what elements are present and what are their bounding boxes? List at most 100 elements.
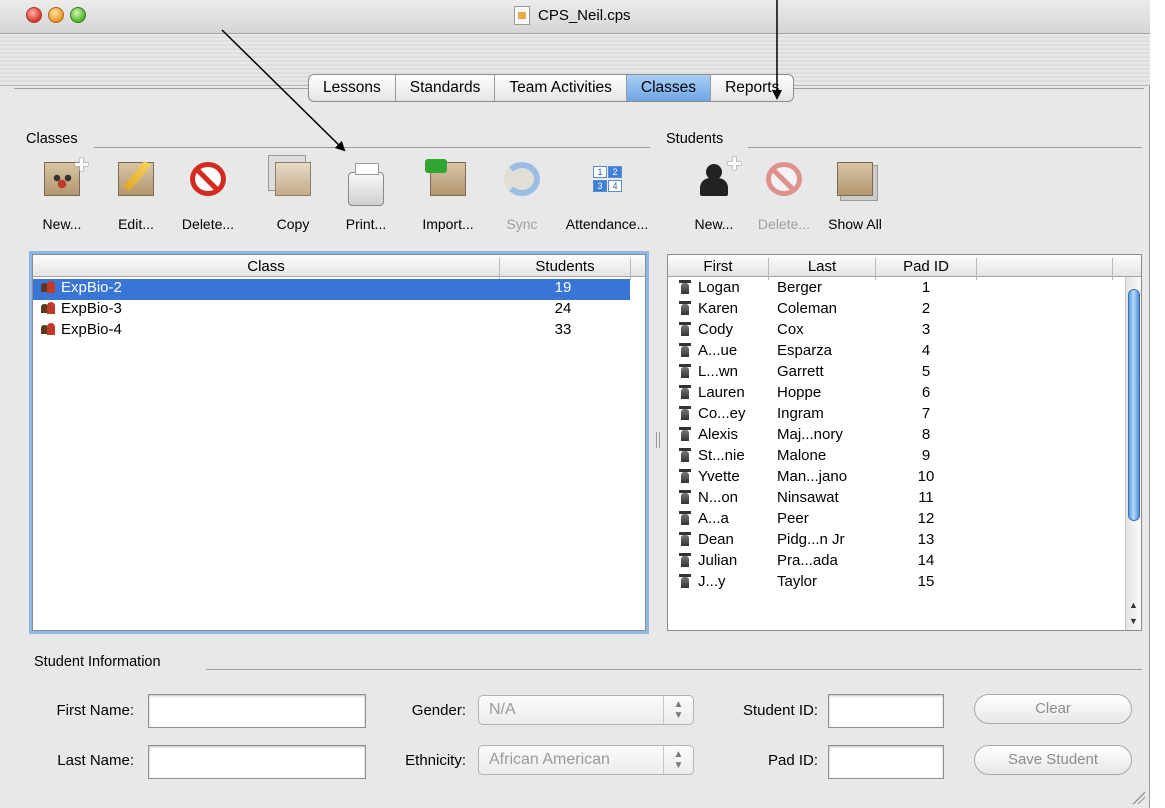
split-view-handle[interactable]	[656, 432, 660, 448]
column-separator[interactable]	[630, 258, 631, 280]
attendance-label: Attendance...	[565, 216, 649, 232]
table-row[interactable]: N...on Ninsawat 11	[668, 489, 1127, 510]
student-icon	[678, 552, 693, 567]
table-row[interactable]: A...a Peer 12	[668, 510, 1127, 531]
pad-id-label: Pad ID:	[767, 752, 818, 769]
table-row[interactable]: J...y Taylor 15	[668, 573, 1127, 594]
table-row[interactable]: Julian Pra...ada 14	[668, 552, 1127, 573]
new-class-icon: ✚	[44, 155, 89, 196]
class-student-count: 33	[554, 321, 572, 338]
pad-id-field[interactable]	[828, 745, 944, 779]
student-id-field[interactable]	[828, 694, 944, 728]
gender-select[interactable]: N/A ▲ ▼	[478, 695, 694, 725]
student-first-cell: Alexis	[678, 426, 738, 443]
tab-team-activities[interactable]: Team Activities	[495, 75, 627, 101]
student-pad-id: 7	[921, 405, 931, 422]
title-bar[interactable]: CPS_Neil.cps	[0, 0, 1150, 34]
resize-grip-icon[interactable]	[1131, 790, 1145, 804]
scroll-down-arrow-icon[interactable]: ▼	[1129, 616, 1138, 626]
class-name: ExpBio-2	[61, 279, 122, 296]
main-tabbar: Lessons Standards Team Activities Classe…	[308, 74, 795, 102]
student-icon	[678, 573, 693, 588]
column-header-pad-id[interactable]: Pad ID	[876, 258, 976, 275]
student-last-name: Taylor	[777, 573, 818, 590]
student-first-cell: Karen	[678, 300, 738, 317]
save-student-button[interactable]: Save Student	[974, 745, 1132, 775]
class-student-count: 24	[554, 300, 572, 317]
student-first-name: Karen	[698, 300, 739, 317]
student-icon	[678, 489, 693, 504]
student-first-cell: Julian	[678, 552, 737, 569]
student-first-cell: N...on	[678, 489, 738, 506]
zoom-button[interactable]	[70, 7, 86, 23]
table-row[interactable]: A...ue Esparza 4	[668, 342, 1127, 363]
student-last-name: Maj...nory	[777, 426, 843, 443]
student-pad-id: 2	[921, 300, 931, 317]
student-icon	[678, 510, 693, 525]
gender-value: N/A	[489, 701, 516, 718]
column-header-class[interactable]: Class	[33, 258, 499, 275]
table-row[interactable]: Logan Berger 1	[668, 279, 1127, 300]
column-header-first[interactable]: First	[668, 258, 768, 275]
student-last-name: Pidg...n Jr	[777, 531, 845, 548]
first-name-label: First Name:	[56, 702, 134, 719]
students-table-header: First Last Pad ID	[668, 255, 1141, 280]
student-first-cell: J...y	[678, 573, 726, 590]
student-first-name: A...a	[698, 510, 729, 527]
ethnicity-select[interactable]: African American ▲ ▼	[478, 745, 694, 775]
student-last-name: Coleman	[777, 300, 838, 317]
class-name: ExpBio-4	[61, 321, 122, 338]
table-row[interactable]: Yvette Man...jano 10	[668, 468, 1127, 489]
student-first-name: Co...ey	[698, 405, 746, 422]
students-scrollbar[interactable]: ▲ ▼	[1125, 277, 1141, 630]
students-table[interactable]: First Last Pad ID Logan Berger 1 Karen Colem…	[667, 254, 1142, 631]
table-row[interactable]: Lauren Hoppe 6	[668, 384, 1127, 405]
student-pad-id: 14	[917, 552, 935, 569]
table-row[interactable]: L...wn Garrett 5	[668, 363, 1127, 384]
close-button[interactable]	[26, 7, 42, 23]
student-icon	[678, 426, 693, 441]
tab-classes[interactable]: Classes	[626, 75, 712, 101]
gender-label: Gender:	[411, 702, 466, 719]
student-first-name: L...wn	[698, 363, 739, 380]
student-first-cell: Logan	[678, 279, 740, 296]
tab-reports[interactable]: Reports	[711, 75, 793, 101]
chevron-updown-icon: ▲ ▼	[663, 746, 693, 774]
table-row[interactable]: Co...ey Ingram 7	[668, 405, 1127, 426]
last-name-field[interactable]	[148, 745, 366, 779]
show-all-icon	[837, 162, 873, 196]
clear-button[interactable]: Clear	[974, 694, 1132, 724]
student-last-name: Pra...ada	[777, 552, 838, 569]
tab-lessons[interactable]: Lessons	[309, 75, 396, 101]
column-separator[interactable]	[976, 258, 977, 280]
table-row[interactable]: ExpBio-4 33	[33, 321, 630, 342]
student-first-cell: A...ue	[678, 342, 737, 359]
minimize-button[interactable]	[48, 7, 64, 23]
table-row[interactable]: Cody Cox 3	[668, 321, 1127, 342]
student-icon	[678, 321, 693, 336]
table-row[interactable]: Dean Pidg...n Jr 13	[668, 531, 1127, 552]
column-header-students[interactable]: Students	[500, 258, 630, 275]
table-row[interactable]: Alexis Maj...nory 8	[668, 426, 1127, 447]
student-icon	[678, 363, 693, 378]
scrollbar-thumb[interactable]	[1128, 289, 1140, 521]
table-row[interactable]: ExpBio-3 24	[33, 300, 630, 321]
delete-icon	[766, 162, 802, 196]
student-icon	[678, 531, 693, 546]
column-header-last[interactable]: Last	[769, 258, 875, 275]
tab-standards[interactable]: Standards	[396, 75, 496, 101]
student-pad-id: 9	[921, 447, 931, 464]
scroll-up-arrow-icon[interactable]: ▲	[1129, 600, 1138, 610]
student-pad-id: 11	[918, 489, 934, 506]
printer-icon	[348, 163, 384, 206]
table-row[interactable]: Karen Coleman 2	[668, 300, 1127, 321]
classes-table[interactable]: Class Students ExpBio-2 19 ExpBio-3 24 E…	[32, 254, 646, 631]
table-row[interactable]: ExpBio-2 19	[33, 279, 630, 300]
student-icon	[678, 468, 693, 483]
first-name-field[interactable]	[148, 694, 366, 728]
column-separator[interactable]	[1112, 258, 1113, 280]
edit-class-icon	[118, 162, 154, 196]
student-first-cell: St...nie	[678, 447, 745, 464]
table-row[interactable]: St...nie Malone 9	[668, 447, 1127, 468]
student-info-section-label: Student Information	[34, 654, 161, 670]
